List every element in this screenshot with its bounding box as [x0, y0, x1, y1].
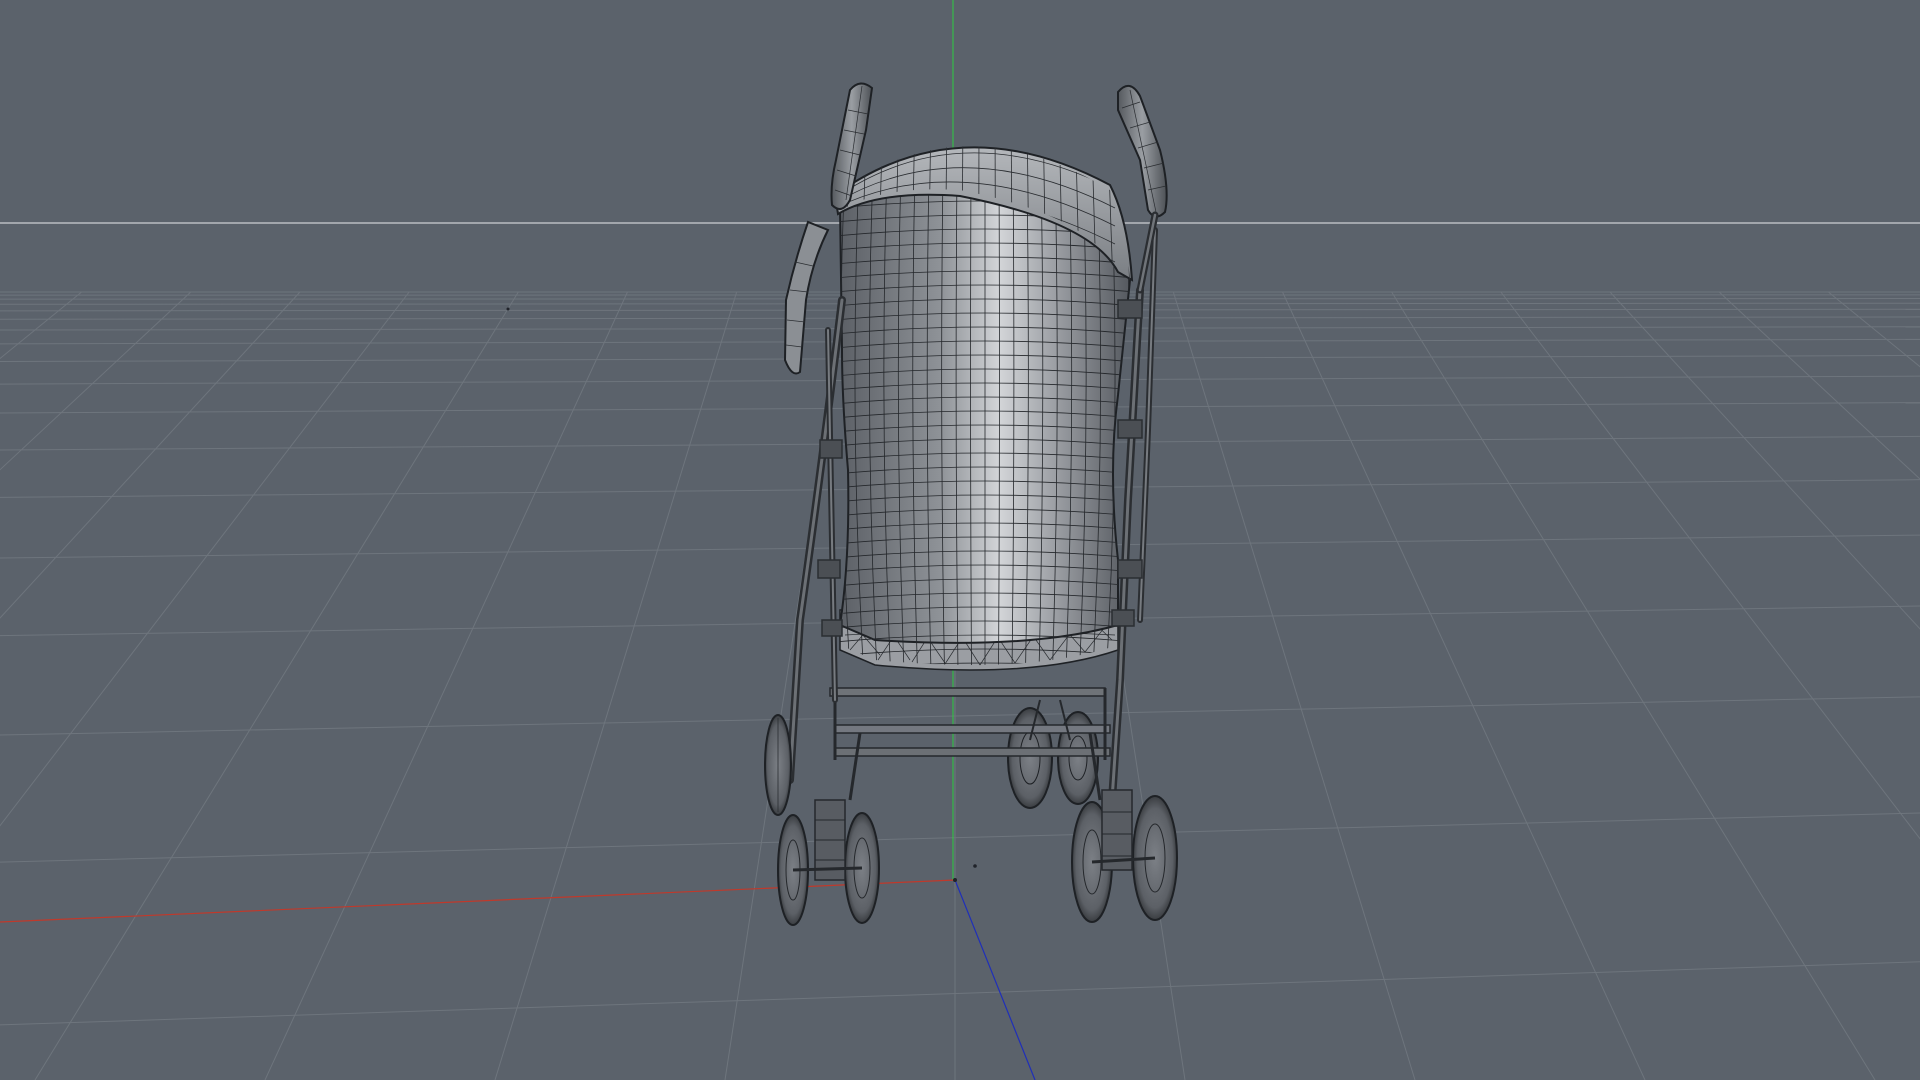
- grid-line: [0, 291, 82, 360]
- reference-point-marker: [973, 864, 977, 868]
- grid-line: [0, 961, 1920, 1026]
- z-axis-line: [954, 879, 1036, 1080]
- seat-back-shell[interactable]: [835, 170, 1135, 684]
- grid-line: [1500, 291, 1920, 840]
- grid-line: [1172, 291, 1416, 1080]
- rear-wheel-right-back[interactable]: [1007, 707, 1053, 809]
- front-wheel-left-outer[interactable]: [764, 714, 792, 816]
- grid-line: [1718, 291, 1920, 480]
- grid-line: [0, 291, 192, 471]
- 3d-viewport[interactable]: [0, 0, 1920, 1080]
- viewport-scene[interactable]: [0, 0, 1920, 1080]
- world-origin-marker: [953, 878, 957, 882]
- right-frame-tube[interactable]: [1108, 227, 1158, 804]
- x-axis-line: [0, 879, 956, 923]
- grid-line: [0, 812, 1920, 863]
- grid-line: [0, 291, 301, 619]
- stroller-model[interactable]: [764, 82, 1178, 926]
- reference-point-marker: [506, 307, 510, 311]
- grid-line: [1609, 291, 1920, 630]
- grid-line: [0, 291, 410, 827]
